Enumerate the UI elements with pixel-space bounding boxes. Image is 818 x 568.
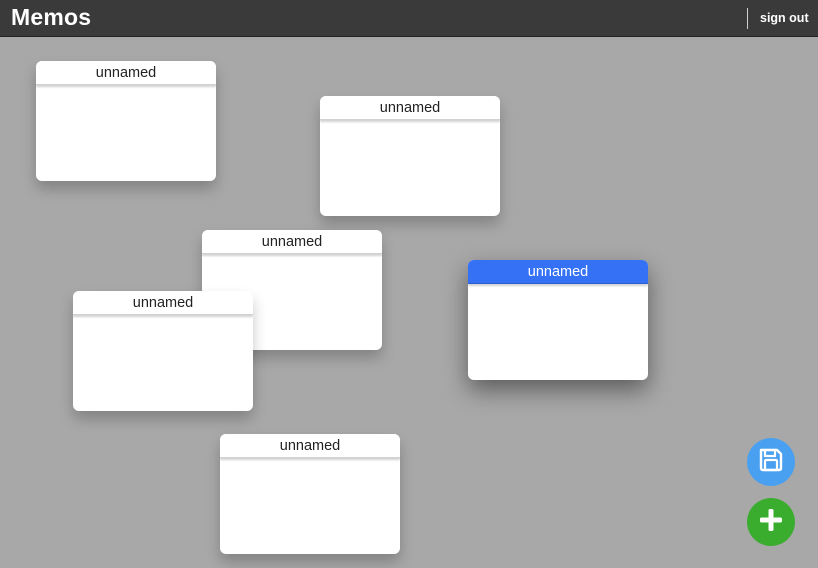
memo-card[interactable]: unnamed [36,61,216,181]
memo-card[interactable]: unnamed [320,96,500,216]
memo-board[interactable]: unnamed unnamed unnamed unnamed unnamed … [0,38,818,568]
memo-card[interactable]: unnamed [73,291,253,411]
memo-card-selected[interactable]: unnamed [468,260,648,380]
save-button[interactable] [747,438,795,486]
memo-body[interactable] [468,284,648,380]
plus-icon [757,506,785,539]
sign-out-link[interactable]: sign out [760,11,809,25]
memo-body[interactable] [220,458,400,554]
memo-card[interactable]: unnamed [220,434,400,554]
memo-title[interactable]: unnamed [36,61,216,85]
floppy-disk-icon [757,446,785,479]
memo-body[interactable] [73,315,253,411]
memo-title[interactable]: unnamed [220,434,400,458]
memo-body[interactable] [36,85,216,181]
memo-body[interactable] [320,120,500,216]
add-memo-button[interactable] [747,498,795,546]
topbar-divider [747,8,748,29]
app-title: Memos [11,4,92,30]
memo-title[interactable]: unnamed [73,291,253,315]
memo-title[interactable]: unnamed [468,260,648,284]
memo-title[interactable]: unnamed [320,96,500,120]
top-bar: Memos sign out [0,0,818,37]
memo-title[interactable]: unnamed [202,230,382,254]
